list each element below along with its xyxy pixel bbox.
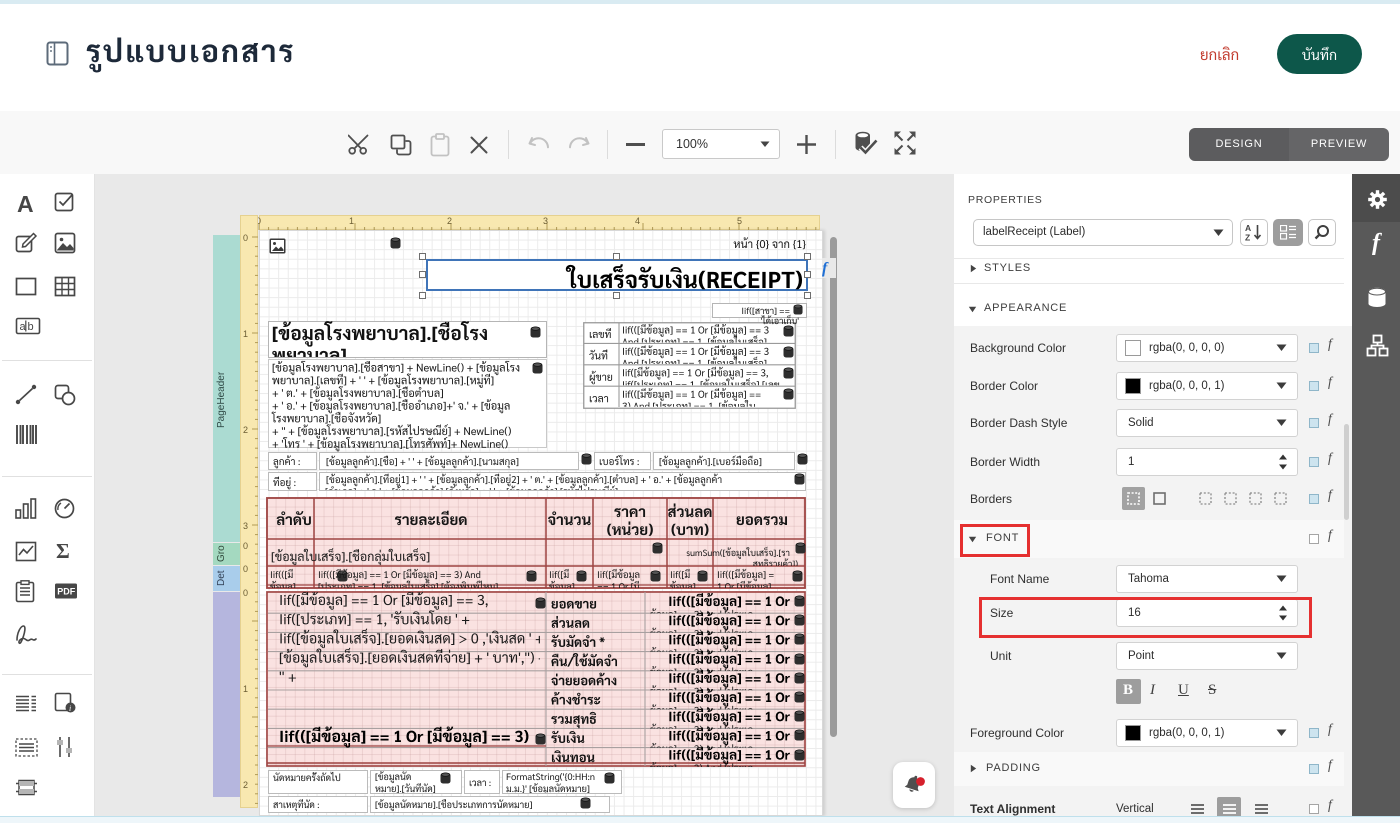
svg-text:A: A [1245,223,1251,233]
svg-text:Z: Z [1245,233,1250,243]
